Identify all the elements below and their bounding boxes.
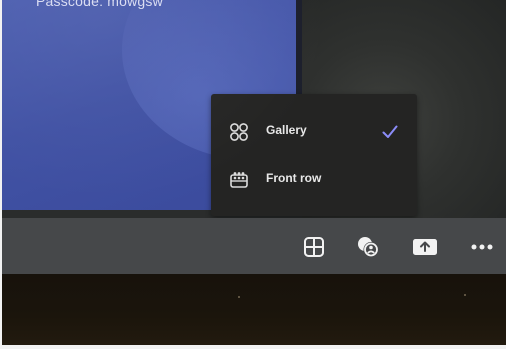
checkmark-icon [381, 123, 399, 141]
device-bezel [2, 274, 506, 345]
background-effects-button[interactable] [355, 234, 381, 260]
share-screen-button[interactable] [412, 234, 438, 260]
front-row-icon [229, 170, 249, 190]
menu-item-front-row[interactable]: Front row [211, 160, 417, 200]
front-row-label: Front row [266, 171, 322, 185]
gallery-label: Gallery [266, 123, 307, 137]
bezel-speck [238, 296, 240, 298]
meeting-window: Passcode: mowgsw Gallery Front row [2, 0, 506, 345]
meeting-control-bar [2, 218, 506, 274]
layout-button[interactable] [301, 234, 327, 260]
bezel-speck [464, 294, 466, 296]
menu-item-gallery[interactable]: Gallery [211, 112, 417, 152]
gallery-icon [229, 122, 249, 142]
meeting-passcode: Passcode: mowgsw [36, 0, 163, 9]
background-effects-icon [355, 234, 381, 260]
more-options-icon [470, 243, 494, 251]
grid-layout-icon [303, 236, 325, 258]
more-options-button[interactable] [469, 234, 495, 260]
share-screen-icon [412, 236, 438, 258]
layout-menu: Gallery Front row [211, 94, 417, 216]
